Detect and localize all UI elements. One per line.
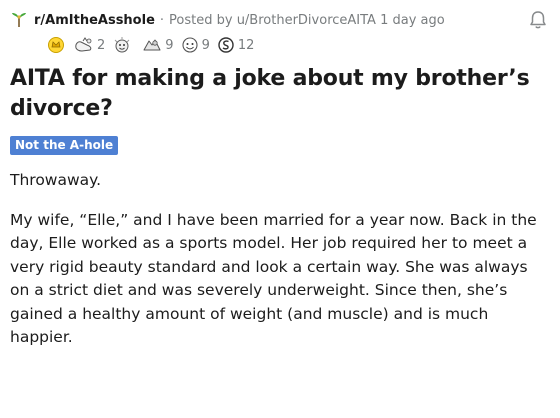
wholesome-award-icon[interactable]: 2 [73, 36, 105, 54]
subreddit-link[interactable]: r/AmItheAsshole [34, 13, 155, 28]
award-count: 9 [165, 37, 174, 53]
coin-award-icon[interactable]: 12 [216, 36, 255, 54]
silver-award-icon[interactable] [111, 36, 135, 54]
subreddit-icon[interactable] [10, 11, 28, 29]
body-paragraph: Throwaway. [10, 171, 102, 189]
bell-icon[interactable] [526, 8, 550, 32]
award-count: 9 [201, 37, 210, 53]
post-flair[interactable]: Not the A-hole [10, 136, 119, 155]
awards-row[interactable]: 2 9 9 12 [47, 34, 550, 56]
meta-separator: · [159, 12, 165, 28]
post-body: Throwaway. My wife, “Elle,” and I have b… [10, 169, 550, 350]
post-title[interactable]: AITA for making a joke about my brother’… [10, 64, 550, 124]
body-paragraph: My wife, “Elle,” and I have been married… [10, 210, 537, 347]
post-meta: r/AmItheAsshole · Posted by u/BrotherDiv… [10, 8, 550, 32]
award-count: 12 [237, 37, 255, 53]
posted-by-text[interactable]: Posted by u/BrotherDivorceAITA 1 day ago [169, 13, 445, 28]
wholesome-seal-icon[interactable]: 9 [180, 36, 210, 54]
post-container: r/AmItheAsshole · Posted by u/BrotherDiv… [10, 8, 550, 366]
gold-award-icon[interactable] [47, 36, 67, 54]
award-count: 2 [97, 37, 106, 53]
helpful-award-icon[interactable]: 9 [141, 36, 174, 54]
